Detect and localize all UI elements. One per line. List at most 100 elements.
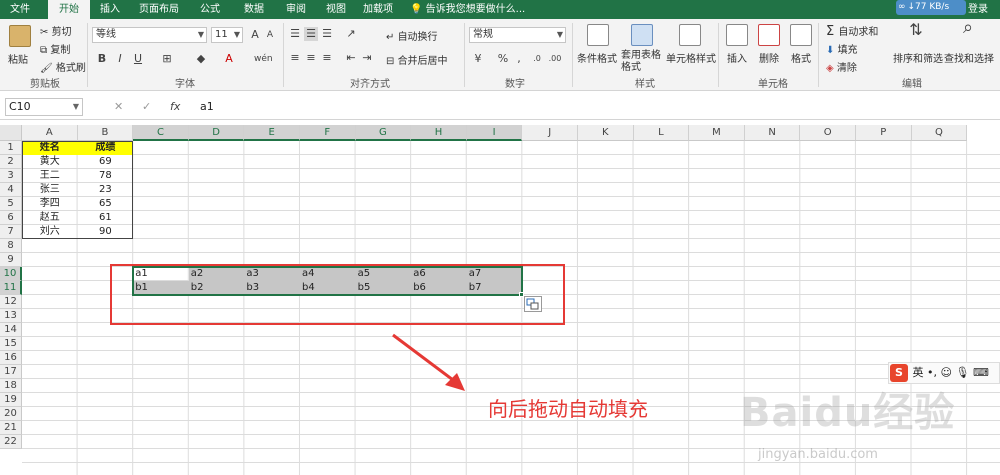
column-header[interactable]: I — [466, 125, 523, 141]
column-header[interactable]: Q — [911, 125, 968, 141]
decrease-decimal-icon[interactable]: .00 — [548, 52, 562, 66]
row-header[interactable]: 9 — [0, 253, 22, 267]
merge-center-button[interactable]: ⊟ 合并后居中 — [386, 52, 448, 67]
row-header[interactable]: 11 — [0, 281, 22, 295]
align-bottom-icon[interactable]: ☰ — [320, 27, 334, 41]
row-header[interactable]: 21 — [0, 421, 22, 435]
tab-review[interactable]: 审阅 — [278, 0, 314, 19]
formula-input[interactable]: a1 — [200, 98, 214, 116]
font-size-select[interactable]: 11 ▼ — [211, 27, 243, 43]
cell-style-icon[interactable] — [679, 24, 701, 46]
punctuation-icon[interactable]: •, — [927, 366, 937, 379]
find-select-button[interactable]: 查找和选择 — [944, 50, 994, 65]
column-header[interactable]: N — [744, 125, 801, 141]
column-header[interactable]: J — [522, 125, 578, 141]
row-header[interactable]: 12 — [0, 295, 22, 309]
decrease-font-icon[interactable]: A — [263, 28, 277, 42]
name-box[interactable]: C10 ▼ — [5, 98, 83, 116]
orientation-icon[interactable]: ↗ — [344, 27, 358, 41]
table-format-button[interactable]: 套用表格格式 — [621, 50, 665, 74]
column-header[interactable]: A — [22, 125, 78, 141]
row-header[interactable]: 15 — [0, 337, 22, 351]
borders-icon[interactable]: ⊞ — [160, 52, 174, 66]
fx-icon[interactable]: fx — [170, 98, 180, 116]
tab-formulas[interactable]: 公式 — [192, 0, 228, 19]
tab-view[interactable]: 视图 — [318, 0, 354, 19]
sort-filter-icon[interactable]: ⇅ — [906, 22, 926, 38]
increase-font-icon[interactable]: A — [248, 28, 262, 42]
row-header[interactable]: 8 — [0, 239, 22, 253]
delete-cells-icon[interactable] — [758, 24, 780, 46]
row-header[interactable]: 18 — [0, 379, 22, 393]
row-header[interactable]: 3 — [0, 169, 22, 183]
sort-filter-button[interactable]: 排序和筛选 — [893, 50, 943, 65]
tab-home[interactable]: 开始 — [48, 0, 90, 19]
align-center-icon[interactable]: ≡ — [304, 51, 318, 65]
increase-indent-icon[interactable]: ⇥ — [360, 51, 374, 65]
row-header[interactable]: 22 — [0, 435, 22, 449]
emoji-icon[interactable]: ☺ — [941, 366, 952, 379]
column-header[interactable]: C — [133, 125, 189, 141]
cut-button[interactable]: ✂ 剪切 — [40, 23, 72, 38]
phonetic-icon[interactable]: wén — [254, 52, 273, 66]
decrease-indent-icon[interactable]: ⇤ — [344, 51, 358, 65]
increase-decimal-icon[interactable]: .0 — [530, 52, 544, 66]
font-name-select[interactable]: 等线 ▼ — [92, 27, 207, 43]
row-header[interactable]: 5 — [0, 197, 22, 211]
row-header[interactable]: 13 — [0, 309, 22, 323]
row-header[interactable]: 10 — [0, 267, 22, 281]
column-header[interactable]: P — [856, 125, 912, 141]
clear-button[interactable]: ◈ 清除 — [826, 59, 857, 74]
row-header[interactable]: 2 — [0, 155, 22, 169]
column-header[interactable]: L — [633, 125, 690, 141]
column-header[interactable]: F — [300, 125, 356, 141]
column-header[interactable]: H — [411, 125, 467, 141]
keyboard-icon[interactable]: ⌨ — [973, 366, 989, 379]
select-all-corner[interactable] — [0, 125, 22, 141]
row-header[interactable]: 4 — [0, 183, 22, 197]
paste-icon[interactable] — [9, 25, 31, 47]
row-header[interactable]: 17 — [0, 365, 22, 379]
paste-button[interactable]: 粘贴 — [8, 51, 28, 66]
row-header[interactable]: 14 — [0, 323, 22, 337]
currency-icon[interactable]: ¥ — [470, 52, 486, 66]
table-format-icon[interactable] — [631, 24, 653, 46]
fill-color-icon[interactable]: ◆ — [194, 52, 208, 66]
copy-button[interactable]: ⧉ 复制 — [40, 41, 70, 56]
row-header[interactable]: 1 — [0, 141, 22, 155]
row-header[interactable]: 20 — [0, 407, 22, 421]
enter-icon[interactable]: ✓ — [142, 98, 151, 116]
insert-cells-icon[interactable] — [726, 24, 748, 46]
ime-language[interactable]: 英 — [913, 366, 924, 379]
comma-button[interactable]: , — [512, 52, 526, 66]
format-cells-button[interactable]: 格式 — [791, 50, 811, 65]
column-header[interactable]: E — [244, 125, 300, 141]
conditional-format-icon[interactable] — [587, 24, 609, 46]
fill-button[interactable]: ⬇ 填充 — [826, 41, 858, 56]
tab-data[interactable]: 数据 — [236, 0, 272, 19]
row-header[interactable]: 6 — [0, 211, 22, 225]
autosum-button[interactable]: Σ 自动求和 — [826, 23, 878, 39]
tell-me-box[interactable]: 💡 告诉我您想要做什么... — [410, 0, 525, 19]
align-left-icon[interactable]: ≡ — [288, 51, 302, 65]
row-header[interactable]: 7 — [0, 225, 22, 239]
align-top-icon[interactable]: ☰ — [288, 27, 302, 41]
search-icon[interactable]: ⌕ — [957, 19, 979, 37]
conditional-format-button[interactable]: 条件格式 — [577, 50, 617, 65]
insert-cells-button[interactable]: 插入 — [727, 50, 747, 65]
microphone-icon[interactable]: 🎙 — [955, 366, 969, 379]
align-middle-icon[interactable]: ☰ — [304, 27, 318, 41]
tab-addins[interactable]: 加载项 — [358, 0, 398, 19]
cancel-icon[interactable]: ✕ — [114, 98, 123, 116]
column-header[interactable]: O — [800, 125, 856, 141]
font-color-icon[interactable]: A — [222, 52, 236, 66]
tab-insert[interactable]: 插入 — [92, 0, 128, 19]
column-header[interactable]: K — [578, 125, 634, 141]
column-header[interactable]: B — [77, 125, 134, 141]
row-header[interactable]: 16 — [0, 351, 22, 365]
number-format-select[interactable]: 常规 ▼ — [469, 27, 566, 43]
tab-file[interactable]: 文件 — [0, 0, 40, 19]
format-cells-icon[interactable] — [790, 24, 812, 46]
column-header[interactable]: D — [188, 125, 245, 141]
bold-button[interactable]: B — [96, 52, 108, 66]
